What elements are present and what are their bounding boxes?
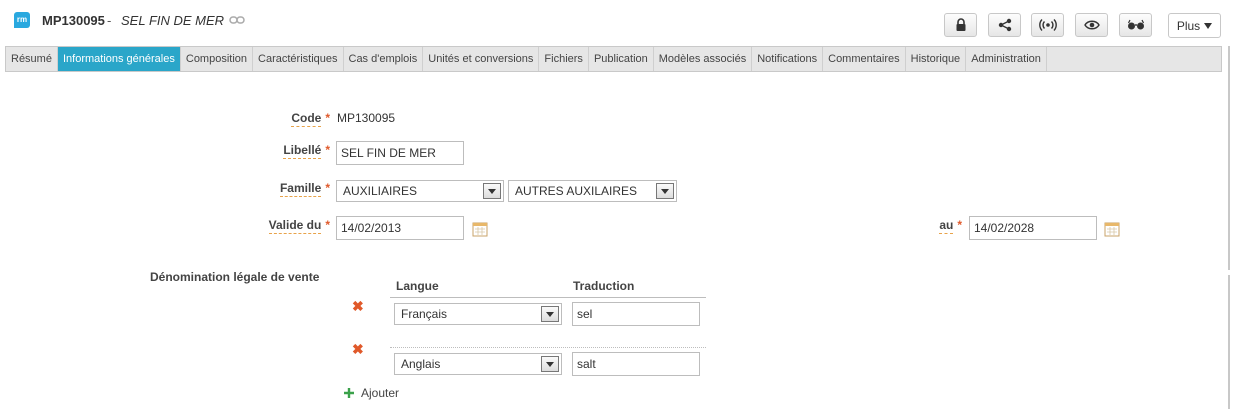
- calendar-icon[interactable]: [1104, 221, 1120, 237]
- libelle-input[interactable]: [336, 141, 464, 165]
- code-label: Code *: [291, 111, 330, 127]
- libelle-label: Libellé *: [283, 143, 330, 159]
- tab-9[interactable]: Notifications: [752, 47, 824, 71]
- au-label: au *: [939, 218, 962, 234]
- sous-famille-select[interactable]: AUTRES AUXILAIRES: [508, 180, 677, 202]
- app-logo: rm: [14, 12, 30, 28]
- langue-select[interactable]: Français: [394, 303, 562, 325]
- traduction-input[interactable]: [572, 302, 700, 326]
- tab-7[interactable]: Publication: [589, 47, 654, 71]
- eye-icon: [1083, 20, 1100, 30]
- langue-select-value: Français: [401, 307, 448, 321]
- link-icon[interactable]: [229, 15, 245, 25]
- calendar-icon[interactable]: [472, 221, 488, 237]
- item-name-title: SEL FIN DE MER: [121, 13, 225, 28]
- langue-select-value: Anglais: [401, 357, 441, 371]
- header: rm MP130095 - SEL FIN DE MER Plus: [0, 0, 1234, 44]
- langue-select[interactable]: Anglais: [394, 353, 562, 375]
- famille-select[interactable]: AUXILIAIRES: [336, 180, 504, 202]
- delete-row-icon[interactable]: ✖: [352, 298, 364, 315]
- traduction-input[interactable]: [572, 352, 700, 376]
- scrollbar-track-lower[interactable]: [1228, 275, 1230, 409]
- au-input[interactable]: [969, 216, 1097, 240]
- code-value: MP130095: [337, 111, 396, 125]
- dropdown-arrow-icon: [656, 183, 674, 199]
- tab-10[interactable]: Commentaires: [823, 47, 906, 71]
- column-header-traduction: Traduction: [573, 279, 635, 293]
- valide-du-input[interactable]: [336, 216, 464, 240]
- row-divider: [390, 347, 706, 348]
- view-button[interactable]: [1075, 13, 1108, 37]
- tab-12[interactable]: Administration: [966, 47, 1047, 71]
- sous-famille-select-value: AUTRES AUXILAIRES: [515, 184, 638, 198]
- dropdown-arrow-icon: [483, 183, 501, 199]
- valide-du-label: Valide du *: [268, 218, 330, 234]
- more-menu-button[interactable]: Plus: [1168, 13, 1221, 38]
- lock-button[interactable]: [944, 13, 977, 37]
- tab-4[interactable]: Cas d'emplois: [344, 47, 424, 71]
- tab-0[interactable]: Résumé: [6, 47, 58, 71]
- plus-icon: [344, 388, 354, 398]
- table-header-divider: [390, 297, 706, 298]
- denomination-label: Dénomination légale de vente: [150, 270, 320, 284]
- add-row-button[interactable]: Ajouter: [343, 386, 399, 400]
- add-row-label: Ajouter: [361, 386, 400, 400]
- tab-2[interactable]: Composition: [181, 47, 254, 71]
- title-separator: -: [107, 13, 112, 28]
- dropdown-arrow-icon: [541, 356, 559, 372]
- tab-5[interactable]: Unités et conversions: [423, 47, 540, 71]
- lock-icon: [956, 18, 965, 31]
- tab-6[interactable]: Fichiers: [539, 47, 589, 71]
- tab-11[interactable]: Historique: [906, 47, 967, 71]
- broadcast-button[interactable]: [1031, 13, 1064, 37]
- delete-row-icon[interactable]: ✖: [352, 341, 364, 358]
- tab-8[interactable]: Modèles associés: [654, 47, 753, 71]
- dropdown-arrow-icon: [541, 306, 559, 322]
- broadcast-icon: [1038, 19, 1057, 31]
- share-icon: [998, 18, 1011, 32]
- preview-button[interactable]: [1119, 13, 1152, 37]
- scrollbar-track[interactable]: [1228, 46, 1230, 270]
- more-menu-label: Plus: [1176, 18, 1201, 33]
- tab-3[interactable]: Caractéristiques: [253, 47, 344, 71]
- tab-bar: Résumé Informations générales Composition C…: [5, 46, 1222, 72]
- column-header-langue: Langue: [396, 279, 439, 293]
- famille-label: Famille *: [279, 181, 330, 197]
- item-code-title: MP130095: [42, 13, 105, 28]
- tab-1[interactable]: Informations générales: [57, 47, 181, 71]
- caret-down-icon: [1204, 22, 1213, 29]
- glasses-icon: [1127, 19, 1144, 30]
- famille-select-value: AUXILIAIRES: [343, 184, 418, 198]
- share-button[interactable]: [988, 13, 1021, 37]
